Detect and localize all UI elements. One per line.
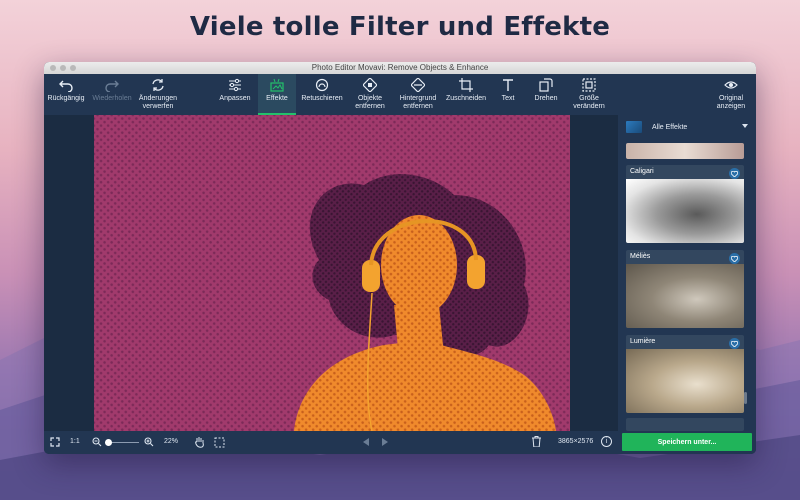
zoom-in-icon[interactable]	[144, 437, 154, 449]
original-label-1: Original	[718, 95, 744, 102]
effects-label: Effekte	[266, 95, 288, 102]
tab-rotate[interactable]: Drehen	[528, 74, 564, 115]
trash-icon[interactable]	[532, 436, 541, 449]
remove-background-label-1: Hintergrund	[399, 95, 437, 102]
panel-scrollbar[interactable]	[744, 392, 747, 404]
tab-remove-objects[interactable]: Objekte entfernen	[350, 74, 390, 115]
titlebar: Photo Editor Movavi: Remove Objects & En…	[44, 62, 756, 74]
zoom-level: 22%	[164, 438, 179, 445]
remove-objects-icon	[363, 78, 377, 92]
text-icon	[503, 79, 513, 91]
tab-adjust[interactable]: Anpassen	[216, 74, 254, 115]
original-label-2: anzeigen	[716, 103, 746, 110]
crop-icon	[459, 78, 473, 92]
effect-card-caligari[interactable]: Caligari	[626, 165, 744, 243]
caligari-thumbnail	[626, 179, 744, 243]
zoom-slider-handle[interactable]	[105, 439, 112, 446]
effect-label-melies: Méliès	[630, 253, 651, 260]
headline: Viele tolle Filter und Effekte	[189, 12, 611, 42]
lumiere-thumbnail	[626, 349, 744, 413]
effects-panel: Alle Effekte Caligari Méliès Lumière	[618, 115, 756, 431]
tab-retouch[interactable]: Retuschieren	[300, 74, 344, 115]
melies-thumbnail	[626, 264, 744, 328]
tab-crop[interactable]: Zuschneiden	[442, 74, 490, 115]
remove-objects-label-1: Objekte	[357, 95, 383, 102]
window-controls	[50, 65, 76, 71]
selection-tool-icon[interactable]	[214, 436, 226, 450]
undo-button[interactable]: Rückgängig	[46, 74, 86, 115]
retouch-icon	[315, 78, 329, 92]
effects-icon	[270, 78, 284, 92]
effects-category-select[interactable]: Alle Effekte	[618, 115, 756, 139]
rotate-label: Drehen	[534, 95, 558, 102]
image-dimensions: 3865×2576	[558, 438, 594, 445]
fit-screen-icon[interactable]	[50, 437, 60, 449]
canvas-area[interactable]	[44, 115, 618, 431]
heart-icon[interactable]	[729, 253, 740, 264]
redo-button[interactable]: Wiederholen	[90, 74, 134, 115]
category-thumbnail	[626, 121, 642, 133]
info-icon[interactable]: i	[601, 436, 612, 447]
resize-label-1: Größe	[579, 95, 599, 102]
discard-changes-button[interactable]: Änderungen verwerfen	[136, 74, 180, 115]
app-window: Photo Editor Movavi: Remove Objects & En…	[44, 62, 756, 454]
remove-background-icon	[411, 78, 425, 92]
redo-icon	[105, 80, 119, 92]
close-window-button[interactable]	[50, 65, 56, 71]
tab-remove-background[interactable]: Hintergrund entfernen	[394, 74, 442, 115]
eye-icon	[724, 81, 738, 89]
tab-effects[interactable]: Effekte	[258, 74, 296, 115]
window-title: Photo Editor Movavi: Remove Objects & En…	[311, 63, 489, 72]
hand-tool-icon[interactable]	[194, 436, 205, 450]
previous-arrow-icon[interactable]	[363, 438, 370, 448]
resize-icon	[582, 78, 596, 92]
effect-card-partial[interactable]	[626, 143, 744, 159]
crop-label: Zuschneiden	[445, 95, 487, 102]
tab-text[interactable]: Text	[492, 74, 524, 115]
undo-icon	[59, 80, 73, 92]
actual-size-button[interactable]: 1:1	[70, 438, 80, 445]
effect-card-partial-bottom[interactable]	[626, 418, 744, 431]
next-arrow-icon[interactable]	[381, 438, 388, 448]
remove-objects-label-2: entfernen	[355, 103, 385, 110]
heart-icon[interactable]	[729, 338, 740, 349]
text-label: Text	[501, 95, 515, 102]
effects-category-label: Alle Effekte	[652, 123, 688, 131]
sliders-icon	[229, 78, 241, 92]
redo-label: Wiederholen	[92, 95, 132, 102]
heart-icon[interactable]	[729, 168, 740, 179]
resize-label-2: verändern	[573, 103, 605, 110]
photo-preview[interactable]	[94, 115, 570, 431]
remove-background-label-2: entfernen	[403, 103, 433, 110]
zoom-window-button[interactable]	[70, 65, 76, 71]
show-original-button[interactable]: Original anzeigen	[710, 74, 752, 115]
effect-label-caligari: Caligari	[630, 168, 654, 175]
chevron-down-icon	[742, 124, 748, 128]
minimize-window-button[interactable]	[60, 65, 66, 71]
discard-label-1: Änderungen	[138, 95, 178, 102]
rotate-icon	[539, 78, 553, 92]
retouch-label: Retuschieren	[301, 95, 343, 102]
halftone-photo	[94, 115, 570, 431]
save-as-button[interactable]: Speichern unter...	[622, 433, 752, 451]
undo-label: Rückgängig	[47, 95, 85, 102]
effect-label-lumiere: Lumière	[630, 338, 656, 345]
toolbar: Rückgängig Wiederholen Änderungen verwer…	[44, 74, 756, 115]
effect-card-melies[interactable]: Méliès	[626, 250, 744, 328]
refresh-icon	[152, 79, 164, 91]
adjust-label: Anpassen	[219, 95, 251, 102]
tab-resize[interactable]: Größe verändern	[568, 74, 610, 115]
zoom-out-icon[interactable]	[92, 437, 102, 449]
discard-label-2: verwerfen	[142, 103, 174, 110]
effect-card-lumiere[interactable]: Lumière	[626, 335, 744, 413]
bottom-bar: 1:1 22% 3865×2576 i Speichern unter...	[44, 431, 756, 454]
